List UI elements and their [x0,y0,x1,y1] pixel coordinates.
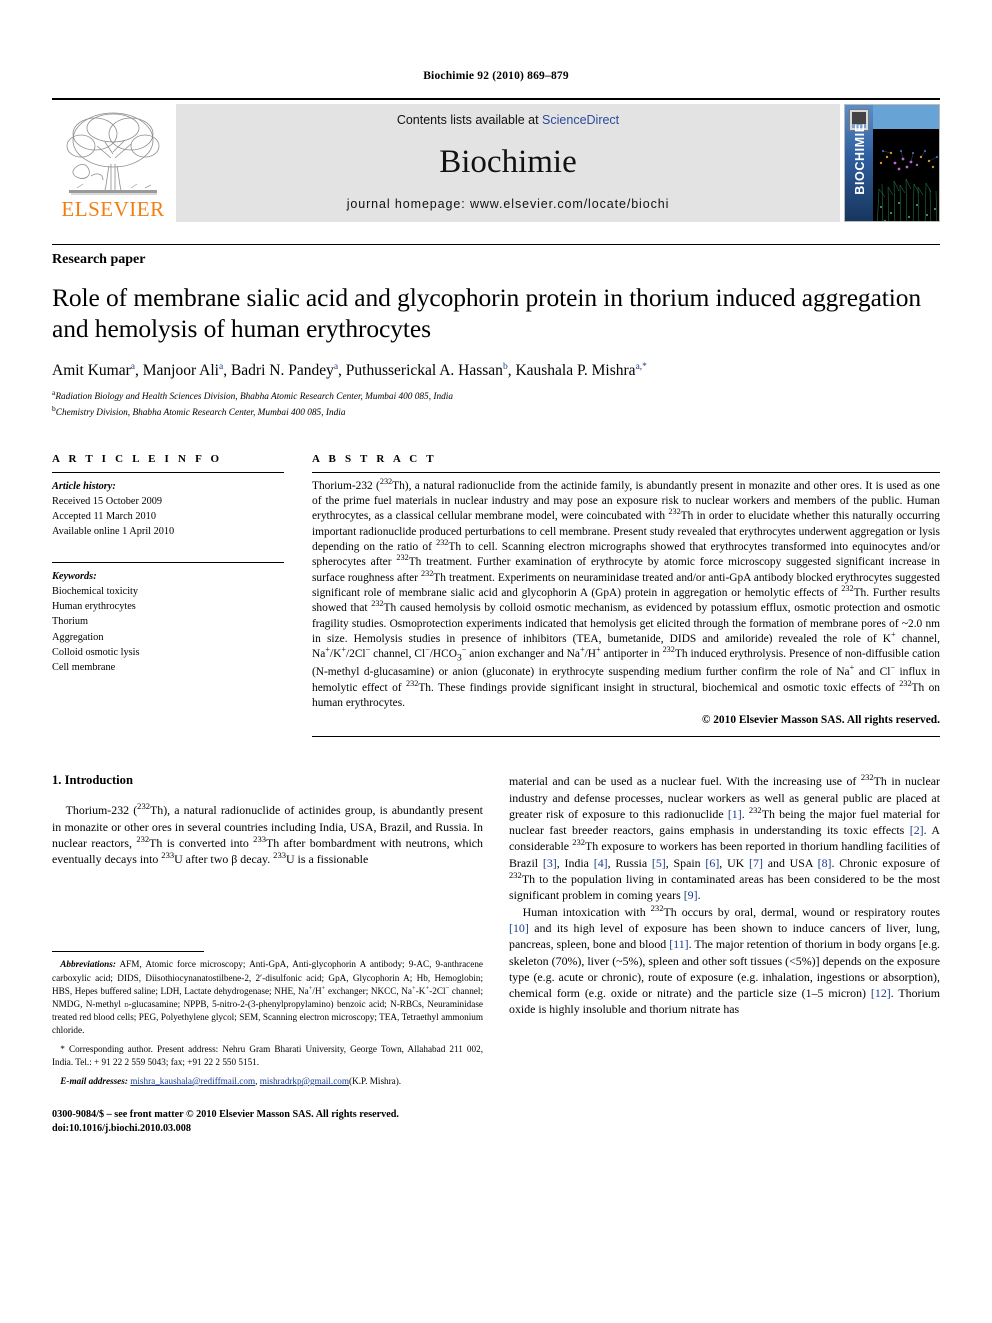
journal-homepage[interactable]: journal homepage: www.elsevier.com/locat… [347,197,670,211]
footnote-divider [52,951,204,953]
info-abstract-row: A R T I C L E I N F O Article history: R… [52,453,940,738]
keyword-item: Human erythrocytes [52,601,136,613]
email-footnote: E-mail addresses: mishra_kaushala@rediff… [52,1075,483,1088]
sciencedirect-link[interactable]: ScienceDirect [542,113,619,127]
body-right-column: material and can be used as a nuclear fu… [509,773,940,1136]
cover-top-bar [873,105,939,129]
body-columns: 1. Introduction Thorium-232 (232Th), a n… [52,773,940,1136]
abstract-text: Thorium-232 (232Th), a natural radionucl… [312,476,941,709]
keywords-label: Keywords: [52,570,97,582]
article-type-label: Research paper [52,252,146,267]
molecular-art-icon [873,129,939,221]
running-head: Biochimie 92 (2010) 869–879 [423,70,569,82]
article-info-column: A R T I C L E I N F O Article history: R… [52,453,284,738]
abstract-divider-top [312,471,940,473]
abbreviations-text: AFM, Atomic force microscopy; Anti-GpA, … [52,959,483,1035]
article-history-block: Article history: Received 15 October 200… [52,479,284,540]
article-info-heading: A R T I C L E I N F O [52,452,223,465]
article-info-divider-top [52,471,284,473]
email-label: E-mail addresses: [60,1075,128,1086]
contents-line: Contents lists available at ScienceDirec… [397,113,619,127]
abbreviations-label: Abbreviations: [60,959,116,970]
body-left-column: 1. Introduction Thorium-232 (232Th), a n… [52,773,483,1136]
affiliation-b: bChemistry Division, Bhabha Atomic Resea… [52,404,940,421]
elsevier-wordmark: ELSEVIER [61,197,165,221]
email-owner: (K.P. Mishra). [349,1075,402,1086]
abstract-heading: A B S T R A C T [312,452,437,465]
intro-paragraph-right-2: Human intoxication with 232Th occurs by … [509,902,941,1017]
journal-title: Biochimie [439,143,577,180]
doi-line: doi:10.1016/j.biochi.2010.03.008 [52,1123,191,1135]
affiliation-a-text: Radiation Biology and Health Sciences Di… [55,391,453,402]
corresponding-author-footnote: * Corresponding author. Present address:… [52,1043,483,1067]
section-heading-introduction: 1. Introduction [52,773,133,788]
keywords-block: Keywords: Biochemical toxicity Human ery… [52,569,284,676]
journal-banner: ELSEVIER Contents lists available at Sci… [52,98,940,222]
contents-prefix: Contents lists available at [396,113,543,127]
abbreviations-footnote: Abbreviations: AFM, Atomic force microsc… [52,958,483,1036]
keyword-item: Cell membrane [52,661,116,673]
affiliation-list: aRadiation Biology and Health Sciences D… [52,388,940,421]
cover-title-vertical: BIOCHIMIE [853,123,867,195]
cover-artwork [873,129,939,221]
affiliation-b-text: Chemistry Division, Bhabha Atomic Resear… [55,408,346,419]
email-link-2[interactable]: mishradrkp@gmail.com [260,1076,349,1086]
article-history-label: Article history: [52,480,116,492]
email-link-1[interactable]: mishra_kaushala@rediffmail.com [130,1076,255,1086]
history-item: Received 15 October 2009 [52,495,163,507]
issn-line: 0300-9084/$ – see front matter © 2010 El… [52,1109,399,1121]
article-page: Biochimie 92 (2010) 869–879 ELSEVIER Con… [0,0,992,1137]
intro-paragraph-right-1: material and can be used as a nuclear fu… [509,772,941,903]
history-item: Accepted 11 March 2010 [52,511,156,523]
journal-cover-thumbnail[interactable]: BIOCHIMIE [844,104,940,222]
author-list: Amit Kumara, Manjoor Alia, Badri N. Pand… [52,362,647,380]
keyword-item: Biochemical toxicity [52,585,139,597]
abstract-divider-bottom [312,736,940,738]
keyword-item: Thorium [52,616,89,628]
page-title: Role of membrane sialic acid and glycoph… [52,283,922,344]
article-info-divider-mid [52,561,284,563]
history-item: Available online 1 April 2010 [52,526,175,538]
elsevier-tree-icon [66,112,160,195]
affiliation-a: aRadiation Biology and Health Sciences D… [52,388,940,405]
intro-paragraph-left: Thorium-232 (232Th), a natural radionucl… [52,801,484,867]
issn-footer: 0300-9084/$ – see front matter © 2010 El… [52,1108,483,1137]
abstract-copyright: © 2010 Elsevier Masson SAS. All rights r… [701,714,940,727]
journal-banner-center: Contents lists available at ScienceDirec… [176,104,840,222]
keyword-item: Aggregation [52,631,104,643]
article-head-divider [52,244,940,245]
abstract-column: A B S T R A C T Thorium-232 (232Th), a n… [312,453,940,738]
keyword-item: Colloid osmotic lysis [52,646,140,658]
elsevier-logo: ELSEVIER [52,104,174,222]
